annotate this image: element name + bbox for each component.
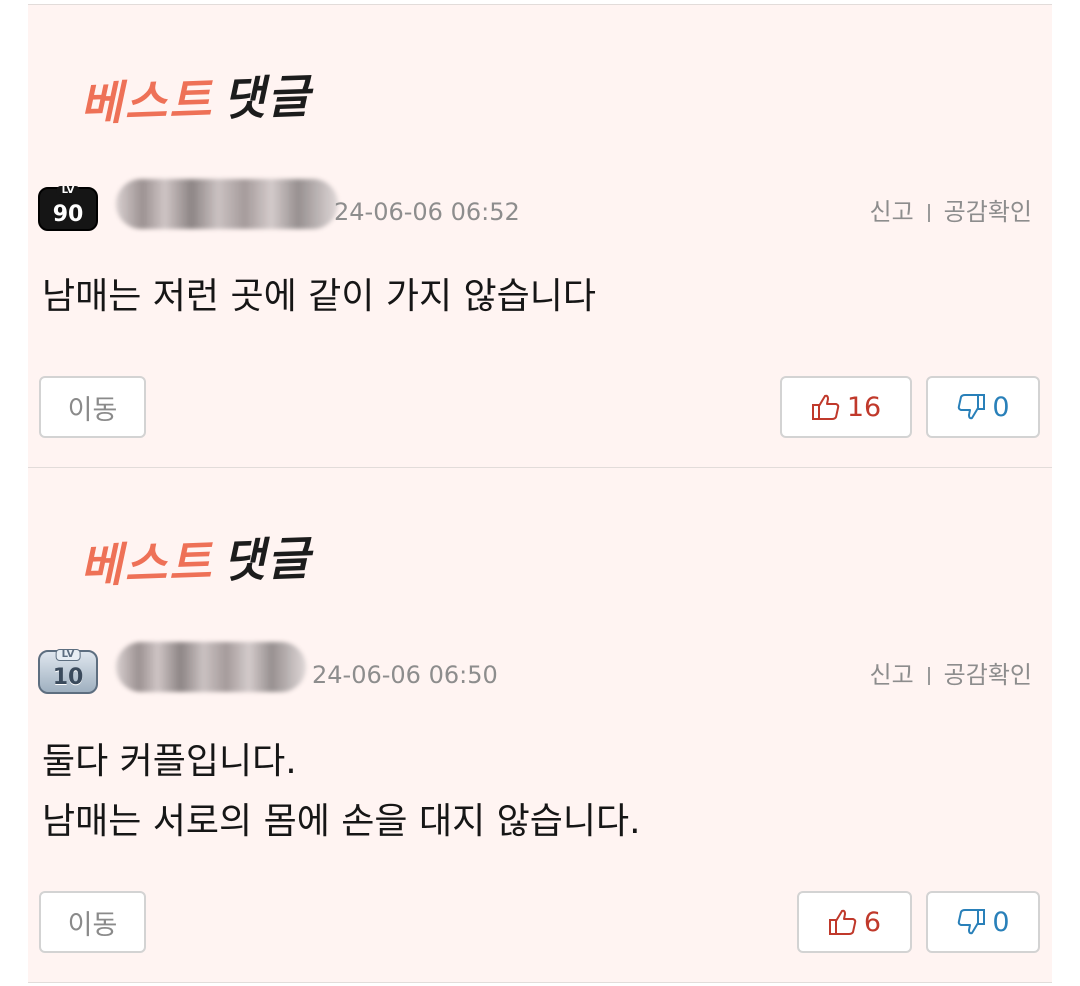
thumbs-down-icon	[958, 909, 986, 935]
level-badge-icon: LV 10	[38, 649, 98, 694]
move-button[interactable]: 이동	[39, 376, 146, 438]
move-button[interactable]: 이동	[39, 891, 146, 953]
best-comment-label: 베스트 댓글	[79, 69, 312, 131]
comment-line: 둘다 커플입니다.	[42, 741, 297, 782]
like-count: 16	[846, 391, 882, 423]
level-badge-icon: LV 90	[38, 186, 98, 231]
like-button[interactable]: 6	[797, 891, 912, 953]
best-comment-card: 베스트 댓글 LV 10 24-06-06 06:50 신고 공감확인 둘다 커플입…	[28, 467, 1052, 983]
view-likes-link[interactable]: 공감확인	[944, 198, 1032, 226]
comment-line: 남매는 저런 곳에 같이 가지 않습니다	[42, 276, 597, 317]
comment-meta: LV 90 24-06-06 06:52 신고 공감확인	[38, 179, 1033, 241]
action-divider	[927, 204, 930, 222]
comment-actions: 신고 공감확인	[870, 197, 1033, 227]
report-link[interactable]: 신고	[870, 198, 914, 226]
blurred-username[interactable]	[116, 642, 306, 692]
comment-body: 둘다 커플입니다. 남매는 서로의 몸에 손을 대지 않습니다.	[42, 732, 1038, 852]
view-likes-link[interactable]: 공감확인	[944, 661, 1032, 689]
best-comment-label: 베스트 댓글	[79, 531, 312, 593]
comment-line: 남매는 서로의 몸에 손을 대지 않습니다.	[42, 801, 641, 842]
level-tag: LV	[55, 649, 81, 661]
like-count: 6	[863, 906, 882, 938]
dislike-button[interactable]: 0	[926, 376, 1040, 438]
level-number: 90	[52, 202, 84, 227]
dislike-count: 0	[992, 906, 1010, 938]
dislike-count: 0	[992, 391, 1010, 423]
dislike-button[interactable]: 0	[926, 891, 1040, 953]
level-number: 10	[52, 665, 84, 690]
best-comment-card: 베스트 댓글 LV 90 24-06-06 06:52 신고 공감확인 남매는 저런…	[28, 4, 1052, 468]
best-label-word-2: 댓글	[222, 68, 313, 127]
comment-meta: LV 10 24-06-06 06:50 신고 공감확인	[38, 642, 1033, 704]
thumbs-up-icon	[828, 909, 857, 935]
best-label-word-2: 댓글	[222, 530, 313, 589]
level-tag: LV	[56, 186, 80, 196]
best-label-word-1: 베스트	[79, 534, 214, 594]
like-button[interactable]: 16	[780, 376, 912, 438]
comment-body: 남매는 저런 곳에 같이 가지 않습니다	[42, 267, 1038, 327]
thumbs-down-icon	[958, 394, 986, 420]
action-divider	[927, 667, 930, 685]
comment-timestamp: 24-06-06 06:50	[312, 661, 498, 689]
thumbs-up-icon	[811, 394, 840, 420]
best-label-word-1: 베스트	[79, 72, 214, 132]
blurred-username[interactable]	[116, 179, 338, 229]
comment-actions: 신고 공감확인	[870, 660, 1033, 690]
report-link[interactable]: 신고	[870, 661, 914, 689]
comment-timestamp: 24-06-06 06:52	[334, 198, 520, 226]
